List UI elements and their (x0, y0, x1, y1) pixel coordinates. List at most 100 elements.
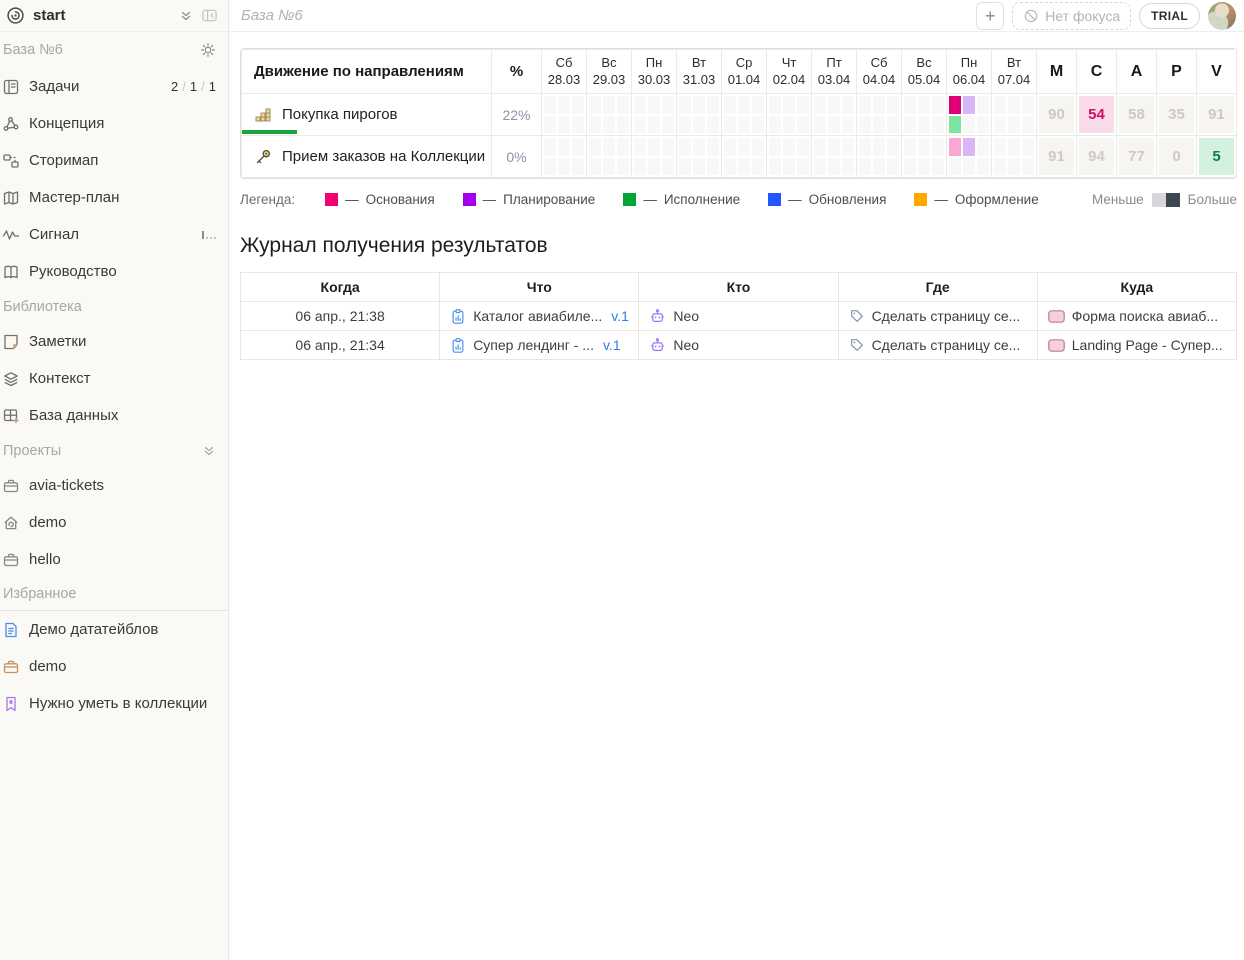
workspace-switcher-chevron-icon[interactable] (179, 9, 193, 23)
legend-swatch (914, 193, 927, 206)
sidebar-item-concept[interactable]: Концепция (0, 105, 228, 142)
heatmap-mini-cell (603, 158, 615, 176)
result-version-link[interactable]: v.1 (611, 308, 629, 324)
journal-who-cell: Neo (639, 302, 838, 331)
direction-percent: 22% (492, 94, 542, 136)
heatmap-mini-cell (994, 158, 1006, 176)
heatmap-mini-cell (648, 116, 660, 134)
sidebar-item-база-данных[interactable]: База данных (0, 397, 228, 434)
signal-icon (2, 226, 20, 244)
result-version-link[interactable]: v.1 (603, 337, 621, 353)
heatmap-mini-cell (828, 138, 840, 156)
section-header-1[interactable]: Проекты (0, 434, 228, 467)
heatmap-mini-cell (949, 158, 961, 176)
heatmap-mini-cell (977, 96, 989, 114)
add-button[interactable]: + (976, 2, 1004, 30)
sidebar-item-signal[interactable]: Сигнал (0, 216, 228, 253)
base-settings-gear-icon[interactable] (200, 42, 216, 58)
base-header: База №6 (0, 32, 228, 68)
sidebar-item-demo[interactable]: demo (0, 648, 228, 685)
metric-value: 58 (1119, 96, 1154, 133)
heatmap-mini-cell (1022, 116, 1034, 134)
direction-name-cell[interactable]: Прием заказов на Коллекции (242, 136, 492, 178)
heatmap-day-cell (542, 94, 587, 136)
heatmap-mini-cell (859, 158, 871, 176)
metric-value: 91 (1199, 96, 1234, 133)
signal-sparkline-icon (202, 230, 216, 239)
sidebar-item-демо-дататейблов[interactable]: Демо дататейблов (0, 611, 228, 648)
workspace-logo-icon (6, 6, 25, 25)
heatmap-mini-cell (738, 96, 750, 114)
section-chevron-icon[interactable] (202, 444, 216, 458)
sidebar-item-avia-tickets[interactable]: avia-tickets (0, 467, 228, 504)
heatmap-mini-cell (932, 158, 944, 176)
legend-item: —Основания (325, 192, 435, 207)
sidebar-item-tasks[interactable]: Задачи2/1/1 (0, 68, 228, 105)
heatmap-mini-cell (1008, 116, 1020, 134)
no-focus-button[interactable]: Нет фокуса (1012, 2, 1131, 30)
metric-column-header: M (1037, 50, 1077, 94)
heatmap-mini-cell (724, 96, 736, 114)
section-header-0[interactable]: Библиотека (0, 290, 228, 323)
notes-icon (2, 333, 20, 351)
heatmap-mini-cell (738, 138, 750, 156)
heatmap-mini-cell (873, 116, 885, 134)
day-column-header: Вс05.04 (902, 50, 947, 94)
legend-dash: — (483, 192, 497, 207)
sidebar-item-контекст[interactable]: Контекст (0, 360, 228, 397)
heatmap-day-cell (812, 94, 857, 136)
guide-icon (2, 263, 20, 281)
heatmap-mini-cell (693, 116, 705, 134)
day-name: Вт (677, 55, 721, 72)
sidebar-item-label: Концепция (29, 115, 216, 132)
sidebar-item-hello[interactable]: hello (0, 541, 228, 578)
sidebar-item-storymap[interactable]: Сторимап (0, 142, 228, 179)
legend-dash: — (345, 192, 359, 207)
sidebar-item-нужно-уметь-в-коллекции[interactable]: Нужно уметь в коллекции (0, 685, 228, 722)
heatmap-mini-cell (783, 138, 795, 156)
sidebar-item-заметки[interactable]: Заметки (0, 323, 228, 360)
trial-badge[interactable]: TRIAL (1139, 3, 1200, 29)
task-tag-icon (849, 337, 865, 353)
sidebar-item-masterplan[interactable]: Мастер-план (0, 179, 228, 216)
legend-swatch (325, 193, 338, 206)
user-avatar[interactable] (1208, 2, 1236, 30)
sidebar-nav: Задачи2/1/1 Концепция СторимапМастер-планС… (0, 68, 228, 290)
sidebar-item-guide[interactable]: Руководство (0, 253, 228, 290)
sidebar-collapse-icon[interactable] (201, 7, 218, 24)
day-column-header: Пн30.03 (632, 50, 677, 94)
heatmap-mini-cell (738, 116, 750, 134)
destination-block-icon (1048, 339, 1065, 352)
section-header-2[interactable]: Избранное (0, 578, 228, 611)
metric-value-cell: 58 (1117, 94, 1157, 136)
heatmap-mini-cell (634, 158, 646, 176)
section-title: Проекты (3, 443, 61, 459)
heatmap-mini-cell (859, 96, 871, 114)
heatmap-mini-cell (752, 96, 764, 114)
section-title: Библиотека (3, 299, 82, 315)
day-column-header: Пн06.04 (947, 50, 992, 94)
sidebar-item-label: Нужно уметь в коллекции (29, 695, 216, 712)
tasks-icon (2, 78, 20, 96)
sidebar-item-label: demo (29, 514, 216, 531)
heatmap-mini-cell (904, 138, 916, 156)
metric-value: 77 (1119, 138, 1154, 175)
journal-what-cell: Каталог авиабиле...v.1 (440, 302, 639, 331)
dest-text: Landing Page - Супер... (1072, 337, 1223, 353)
heatmap-mini-cell (887, 116, 899, 134)
heatmap-day-cell (677, 136, 722, 178)
direction-name-cell[interactable]: Покупка пирогов (242, 94, 492, 136)
legend-label: Легенда: (240, 192, 295, 207)
metric-value: 35 (1159, 96, 1194, 133)
badge-separator: / (182, 79, 186, 94)
journal-who-cell: Neo (639, 331, 838, 360)
legend-text: Обновления (809, 192, 887, 207)
heatmap-mini-cell (572, 158, 584, 176)
day-column-header: Вс29.03 (587, 50, 632, 94)
heatmap-mini-cell (918, 96, 930, 114)
heatmap-mini-cell (572, 96, 584, 114)
day-name: Сб (857, 55, 901, 72)
sidebar-item-demo[interactable]: demo (0, 504, 228, 541)
storymap-icon (2, 152, 20, 170)
heatmap-mini-cell (707, 96, 719, 114)
